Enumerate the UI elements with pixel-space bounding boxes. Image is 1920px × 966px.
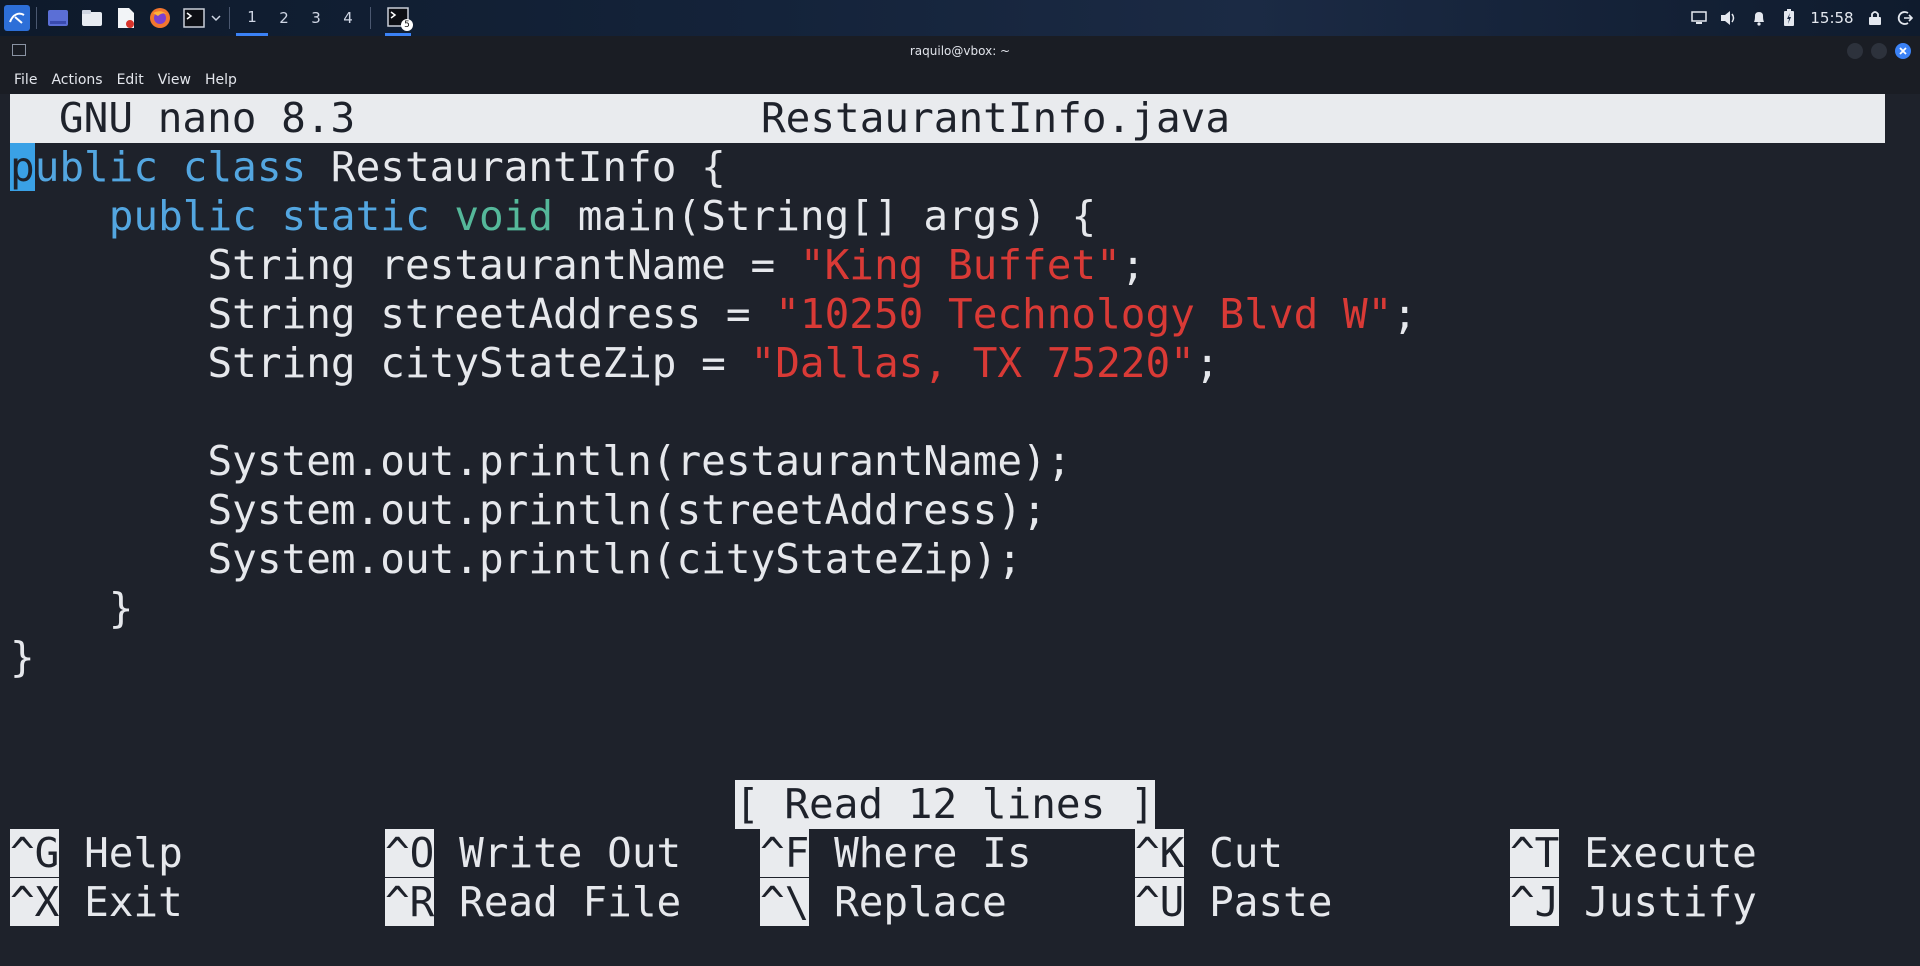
string-literal: "10250 Technology Blvd W": [775, 290, 1393, 338]
shortcut-label: Where Is: [834, 829, 1032, 877]
battery-charging-icon[interactable]: [1774, 0, 1804, 36]
code-line-11[interactable]: }: [10, 633, 35, 682]
taskbar-separator: [370, 7, 371, 29]
code-line-5[interactable]: String cityStateZip = "Dallas, TX 75220"…: [10, 339, 1220, 388]
shortcut-label: Justify: [1584, 878, 1757, 926]
menu-bar: File Actions Edit View Help: [0, 66, 1920, 94]
code-text: main(String[] args) {: [553, 192, 1097, 240]
menu-help[interactable]: Help: [191, 72, 237, 88]
shortcut-label: Exit: [84, 878, 183, 926]
shortcut-replace[interactable]: ^\ Replace: [760, 878, 1007, 927]
nano-filename: RestaurantInfo.java: [761, 94, 1230, 142]
close-button[interactable]: [1895, 43, 1911, 59]
code-line-4[interactable]: String streetAddress = "10250 Technology…: [10, 290, 1417, 339]
shortcut-exit[interactable]: ^X Exit: [10, 878, 183, 927]
terminal-area[interactable]: GNU nano 8.3 RestaurantInfo.java public …: [0, 94, 1920, 966]
show-desktop-icon[interactable]: [45, 5, 71, 31]
shortcut-key: ^U: [1135, 878, 1185, 926]
minimize-button[interactable]: [1847, 43, 1863, 59]
volume-icon[interactable]: [1714, 0, 1744, 36]
shortcut-help[interactable]: ^G Help: [10, 829, 183, 878]
code-line-7[interactable]: System.out.println(restaurantName);: [10, 437, 1071, 486]
nano-version: GNU nano 8.3: [59, 94, 356, 142]
shortcut-label: Execute: [1584, 829, 1757, 877]
shortcut-label: Write Out: [459, 829, 682, 877]
lock-icon[interactable]: [1860, 0, 1890, 36]
shortcut-read-file[interactable]: ^R Read File: [385, 878, 681, 927]
shortcut-key: ^K: [1135, 829, 1185, 877]
shortcut-where-is[interactable]: ^F Where Is: [760, 829, 1032, 878]
close-icon: [1899, 47, 1907, 55]
display-icon[interactable]: [1684, 0, 1714, 36]
shortcut-label: Replace: [834, 878, 1007, 926]
code-line-3[interactable]: String restaurantName = "King Buffet";: [10, 241, 1145, 290]
window-titlebar[interactable]: raquilo@vbox: ~: [0, 36, 1920, 66]
taskbar: 1 2 3 4 5 15:58: [0, 0, 1920, 36]
code-text: String streetAddress =: [10, 290, 776, 338]
code-line-2[interactable]: public static void main(String[] args) {: [10, 192, 1096, 241]
shortcut-cut[interactable]: ^K Cut: [1135, 829, 1283, 878]
window-title: raquilo@vbox: ~: [909, 44, 1011, 58]
shortcut-key: ^J: [1510, 878, 1560, 926]
shortcut-key: ^T: [1510, 829, 1560, 877]
code-line-1[interactable]: public class RestaurantInfo {: [10, 143, 726, 192]
keyword: public static: [108, 192, 430, 240]
logout-icon[interactable]: [1890, 0, 1920, 36]
terminal-count-badge: 5: [401, 19, 413, 31]
shortcut-paste[interactable]: ^U Paste: [1135, 878, 1332, 927]
code-text: String restaurantName =: [10, 241, 800, 289]
shortcut-label: Help: [84, 829, 183, 877]
string-literal: "King Buffet": [799, 241, 1121, 289]
type-keyword: void: [454, 192, 554, 240]
shortcut-key: ^X: [10, 878, 60, 926]
shortcut-label: Read File: [459, 878, 682, 926]
terminal-launcher-icon[interactable]: [181, 5, 207, 31]
shortcut-key: ^\: [760, 878, 810, 926]
code-text: ;: [1120, 241, 1146, 289]
taskbar-separator: [229, 7, 230, 29]
file-manager-icon[interactable]: [79, 5, 105, 31]
notification-bell-icon[interactable]: [1744, 0, 1774, 36]
code-text: ;: [1392, 290, 1418, 338]
workspace-1[interactable]: 1: [236, 0, 268, 36]
shortcut-label: Cut: [1209, 829, 1284, 877]
shortcut-key: ^O: [385, 829, 435, 877]
shortcut-key: ^R: [385, 878, 435, 926]
shortcut-key: ^F: [760, 829, 810, 877]
code-line-9[interactable]: System.out.println(cityStateZip);: [10, 535, 1022, 584]
shortcut-justify[interactable]: ^J Justify: [1510, 878, 1757, 927]
menu-actions[interactable]: Actions: [37, 72, 102, 88]
code-line-8[interactable]: System.out.println(streetAddress);: [10, 486, 1046, 535]
workspace-2[interactable]: 2: [268, 0, 300, 36]
firefox-icon[interactable]: [147, 5, 173, 31]
shortcut-execute[interactable]: ^T Execute: [1510, 829, 1757, 878]
maximize-button[interactable]: [1871, 43, 1887, 59]
nano-title-bar: GNU nano 8.3 RestaurantInfo.java: [10, 94, 1885, 143]
text-cursor: p: [10, 143, 35, 191]
nano-status-message: [ Read 12 lines ]: [735, 780, 1155, 829]
code-text: String cityStateZip =: [10, 339, 751, 387]
system-tray: 15:58: [1684, 0, 1920, 36]
workspace-3[interactable]: 3: [300, 0, 332, 36]
menu-view[interactable]: View: [144, 72, 191, 88]
keyword: ublic class: [34, 143, 307, 191]
clock[interactable]: 15:58: [1804, 9, 1860, 27]
code-text: RestaurantInfo {: [306, 143, 726, 191]
menu-edit[interactable]: Edit: [103, 72, 144, 88]
kali-menu-icon[interactable]: [4, 5, 30, 31]
workspace-4[interactable]: 4: [332, 0, 364, 36]
code-line-10[interactable]: }: [10, 584, 134, 633]
menu-file[interactable]: File: [0, 72, 37, 88]
terminal-task-button[interactable]: 5: [385, 0, 413, 36]
taskbar-separator: [36, 7, 37, 29]
shortcut-write-out[interactable]: ^O Write Out: [385, 829, 681, 878]
shortcut-label: Paste: [1209, 878, 1333, 926]
shortcut-key: ^G: [10, 829, 60, 877]
code-text: ;: [1194, 339, 1220, 387]
text-editor-icon[interactable]: [113, 5, 139, 31]
string-literal: "Dallas, TX 75220": [750, 339, 1195, 387]
chevron-down-icon[interactable]: [209, 5, 223, 31]
